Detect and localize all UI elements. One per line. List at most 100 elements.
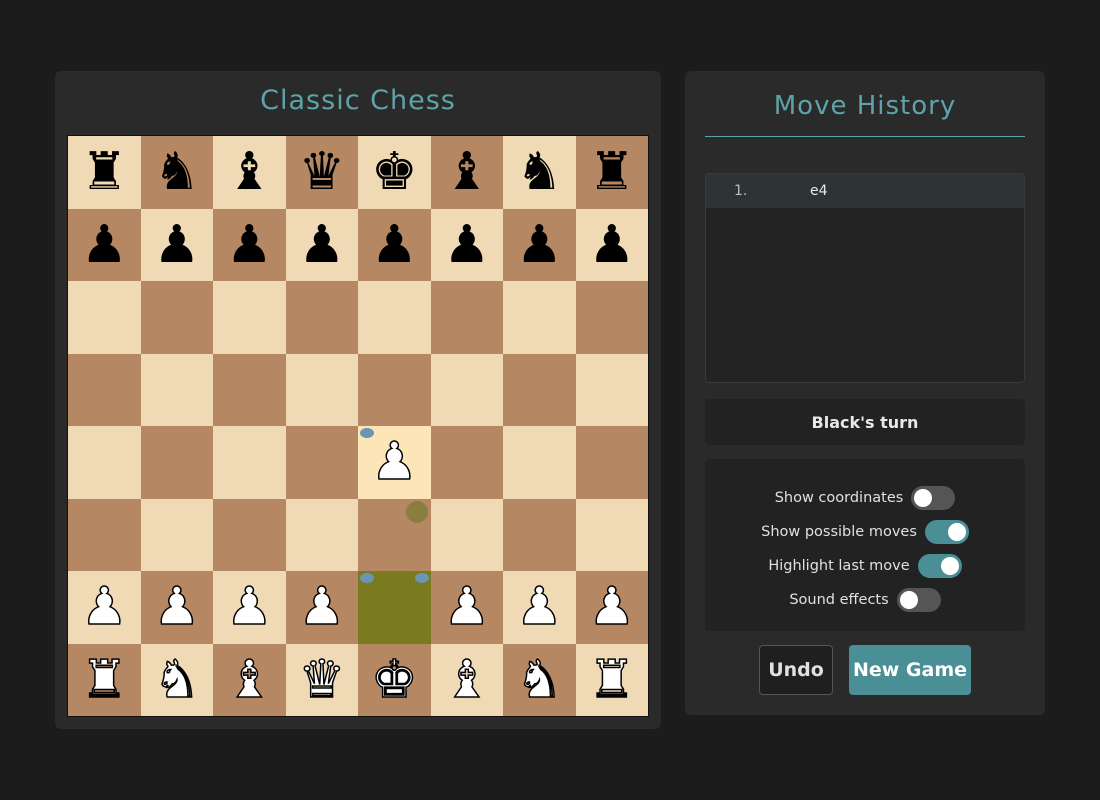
move-row[interactable]: 1. e4 bbox=[706, 174, 1024, 208]
square-b1[interactable]: ♞ bbox=[140, 643, 213, 716]
square-d8[interactable]: ♛ bbox=[285, 136, 358, 209]
square-c2[interactable]: ♟ bbox=[213, 571, 286, 644]
square-d3[interactable] bbox=[285, 498, 358, 571]
square-a6[interactable] bbox=[68, 281, 141, 354]
square-h5[interactable] bbox=[575, 353, 648, 426]
white-pawn-icon[interactable]: ♟ bbox=[443, 581, 491, 635]
square-b8[interactable]: ♞ bbox=[140, 136, 213, 209]
square-g7[interactable]: ♟ bbox=[503, 208, 576, 281]
white-pawn-icon[interactable]: ♟ bbox=[370, 436, 418, 490]
square-g8[interactable]: ♞ bbox=[503, 136, 576, 209]
black-pawn-icon[interactable]: ♟ bbox=[371, 219, 418, 271]
move-history-list[interactable]: 1. e4 bbox=[705, 173, 1025, 383]
white-knight-icon[interactable]: ♞ bbox=[153, 653, 201, 707]
square-a2[interactable]: ♟ bbox=[68, 571, 141, 644]
square-a5[interactable] bbox=[68, 353, 141, 426]
black-bishop-icon[interactable]: ♝ bbox=[226, 146, 273, 198]
black-pawn-icon[interactable]: ♟ bbox=[81, 219, 128, 271]
square-f1[interactable]: ♝ bbox=[430, 643, 503, 716]
square-b3[interactable] bbox=[140, 498, 213, 571]
square-c4[interactable] bbox=[213, 426, 286, 499]
black-king-icon[interactable]: ♚ bbox=[371, 146, 418, 198]
square-g2[interactable]: ♟ bbox=[503, 571, 576, 644]
square-d4[interactable] bbox=[285, 426, 358, 499]
square-d5[interactable] bbox=[285, 353, 358, 426]
black-rook-icon[interactable]: ♜ bbox=[588, 146, 635, 198]
square-e1[interactable]: ♚ bbox=[358, 643, 431, 716]
square-d6[interactable] bbox=[285, 281, 358, 354]
black-pawn-icon[interactable]: ♟ bbox=[588, 219, 635, 271]
square-g6[interactable] bbox=[503, 281, 576, 354]
black-pawn-icon[interactable]: ♟ bbox=[443, 219, 490, 271]
square-c6[interactable] bbox=[213, 281, 286, 354]
square-f7[interactable]: ♟ bbox=[430, 208, 503, 281]
square-b7[interactable]: ♟ bbox=[140, 208, 213, 281]
square-c1[interactable]: ♝ bbox=[213, 643, 286, 716]
square-b2[interactable]: ♟ bbox=[140, 571, 213, 644]
black-knight-icon[interactable]: ♞ bbox=[516, 146, 563, 198]
white-king-icon[interactable]: ♚ bbox=[370, 653, 418, 707]
white-pawn-icon[interactable]: ♟ bbox=[298, 581, 346, 635]
black-knight-icon[interactable]: ♞ bbox=[153, 146, 200, 198]
undo-button[interactable]: Undo bbox=[759, 645, 833, 695]
square-e8[interactable]: ♚ bbox=[358, 136, 431, 209]
square-e4[interactable]: ♟ bbox=[358, 426, 431, 499]
square-h7[interactable]: ♟ bbox=[575, 208, 648, 281]
black-bishop-icon[interactable]: ♝ bbox=[443, 146, 490, 198]
square-a8[interactable]: ♜ bbox=[68, 136, 141, 209]
show-coordinates-toggle[interactable] bbox=[911, 486, 956, 510]
black-pawn-icon[interactable]: ♟ bbox=[153, 219, 200, 271]
square-h6[interactable] bbox=[575, 281, 648, 354]
square-d7[interactable]: ♟ bbox=[285, 208, 358, 281]
square-b5[interactable] bbox=[140, 353, 213, 426]
square-f4[interactable] bbox=[430, 426, 503, 499]
square-e2[interactable] bbox=[358, 571, 431, 644]
white-queen-icon[interactable]: ♛ bbox=[298, 653, 346, 707]
square-b6[interactable] bbox=[140, 281, 213, 354]
black-pawn-icon[interactable]: ♟ bbox=[226, 219, 273, 271]
square-c3[interactable] bbox=[213, 498, 286, 571]
square-c7[interactable]: ♟ bbox=[213, 208, 286, 281]
square-h1[interactable]: ♜ bbox=[575, 643, 648, 716]
sound-effects-toggle[interactable] bbox=[896, 588, 941, 612]
chess-board[interactable]: ♜ ♞ ♝ ♛ ♚ ♝ ♞ ♜ ♟ ♟ ♟ ♟ ♟ ♟ ♟ ♟ ♟ ♟ ♟ ♟ ♟ ♟ ♟ ♟ ♜ ♞ ♝ ♛ ♚ ♝ ♞ ♜ bbox=[67, 135, 649, 717]
square-f8[interactable]: ♝ bbox=[430, 136, 503, 209]
show-possible-moves-toggle[interactable] bbox=[924, 520, 969, 544]
square-c5[interactable] bbox=[213, 353, 286, 426]
square-e3[interactable] bbox=[358, 498, 431, 571]
highlight-last-move-toggle[interactable] bbox=[917, 554, 962, 578]
square-f2[interactable]: ♟ bbox=[430, 571, 503, 644]
white-pawn-icon[interactable]: ♟ bbox=[153, 581, 201, 635]
square-e7[interactable]: ♟ bbox=[358, 208, 431, 281]
white-rook-icon[interactable]: ♜ bbox=[588, 653, 636, 707]
square-a3[interactable] bbox=[68, 498, 141, 571]
white-knight-icon[interactable]: ♞ bbox=[515, 653, 563, 707]
square-h2[interactable]: ♟ bbox=[575, 571, 648, 644]
square-c8[interactable]: ♝ bbox=[213, 136, 286, 209]
square-g4[interactable] bbox=[503, 426, 576, 499]
square-h3[interactable] bbox=[575, 498, 648, 571]
square-d1[interactable]: ♛ bbox=[285, 643, 358, 716]
square-g3[interactable] bbox=[503, 498, 576, 571]
square-e5[interactable] bbox=[358, 353, 431, 426]
square-g5[interactable] bbox=[503, 353, 576, 426]
white-rook-icon[interactable]: ♜ bbox=[80, 653, 128, 707]
square-f3[interactable] bbox=[430, 498, 503, 571]
black-pawn-icon[interactable]: ♟ bbox=[298, 219, 345, 271]
white-pawn-icon[interactable]: ♟ bbox=[588, 581, 636, 635]
square-a1[interactable]: ♜ bbox=[68, 643, 141, 716]
white-pawn-icon[interactable]: ♟ bbox=[80, 581, 128, 635]
square-b4[interactable] bbox=[140, 426, 213, 499]
white-bishop-icon[interactable]: ♝ bbox=[443, 653, 491, 707]
white-pawn-icon[interactable]: ♟ bbox=[515, 581, 563, 635]
new-game-button[interactable]: New Game bbox=[849, 645, 971, 695]
black-pawn-icon[interactable]: ♟ bbox=[516, 219, 563, 271]
square-f5[interactable] bbox=[430, 353, 503, 426]
black-rook-icon[interactable]: ♜ bbox=[81, 146, 128, 198]
square-h4[interactable] bbox=[575, 426, 648, 499]
square-a4[interactable] bbox=[68, 426, 141, 499]
square-a7[interactable]: ♟ bbox=[68, 208, 141, 281]
white-bishop-icon[interactable]: ♝ bbox=[225, 653, 273, 707]
white-pawn-icon[interactable]: ♟ bbox=[225, 581, 273, 635]
square-g1[interactable]: ♞ bbox=[503, 643, 576, 716]
